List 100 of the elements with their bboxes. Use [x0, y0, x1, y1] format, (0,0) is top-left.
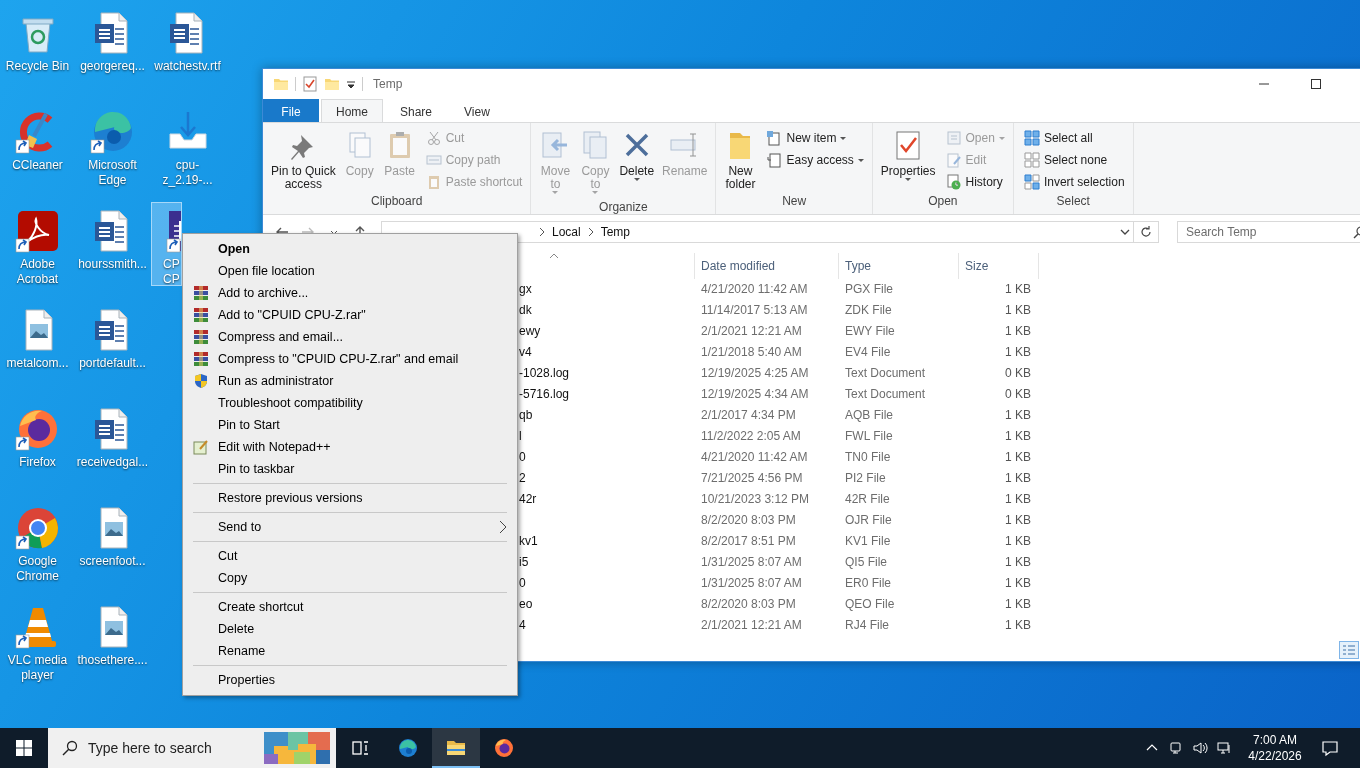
table-cell-text: TN0 File: [844, 449, 892, 466]
table-cell-text: 1 KB: [1004, 575, 1032, 592]
ribbon-button[interactable]: Properties: [877, 127, 939, 194]
table-cell-text: 2/1/2021 12:21 AM: [700, 617, 803, 634]
menu-item[interactable]: Pin to taskbar: [183, 458, 517, 480]
volume-icon[interactable]: [1192, 740, 1208, 756]
table-cell-text: 10/21/2023 3:12 PM: [700, 491, 811, 508]
group-label: Open: [927, 194, 959, 210]
windows-logo-icon: [16, 740, 32, 756]
easy-access-icon: [766, 152, 783, 168]
clock-time[interactable]: 7:00 AM: [1244, 732, 1306, 748]
table-cell-text: ER0 File: [844, 575, 892, 592]
column-header[interactable]: Date modified: [695, 253, 839, 279]
clock-date[interactable]: 4/22/2026: [1244, 748, 1306, 764]
menu-item[interactable]: Send to: [183, 516, 517, 538]
menu-item[interactable]: Delete: [183, 618, 517, 640]
network-icon[interactable]: [1216, 740, 1232, 756]
caret-icon: [840, 136, 847, 140]
caret-icon: [552, 191, 559, 194]
ribbon-button[interactable]: Easy access: [763, 149, 867, 171]
group-label: New: [781, 194, 808, 210]
ribbon-button[interactable]: History: [942, 171, 1008, 193]
task-view-icon: [350, 738, 370, 758]
select-all-icon: [1023, 130, 1040, 146]
file-name: 0: [519, 450, 526, 464]
table-cell-text: 11/2/2022 2:05 AM: [700, 428, 802, 445]
meeting-icon[interactable]: [1168, 740, 1184, 756]
menu-item[interactable]: Edit with Notepad++: [183, 436, 517, 458]
file-name: 0: [519, 576, 526, 590]
table-cell-text: 12/19/2025 4:34 AM: [700, 386, 810, 403]
menu-item[interactable]: Troubleshoot compatibility: [183, 392, 517, 414]
table-cell-text: 2/1/2017 4:34 PM: [700, 407, 797, 424]
ribbon-button[interactable]: New item: [763, 127, 867, 149]
menu-item[interactable]: Add to archive...: [183, 282, 517, 304]
table-cell-text: QEO File: [844, 596, 896, 613]
menu-item[interactable]: Create shortcut: [183, 596, 517, 618]
file-name: 4: [519, 618, 526, 632]
taskbar-button[interactable]: [432, 728, 480, 768]
menu-item[interactable]: Properties: [183, 669, 517, 691]
ribbon-tab[interactable]: Share: [385, 99, 448, 123]
table-cell-text: 42R File: [844, 491, 891, 508]
table-cell-text: KV1 File: [844, 533, 892, 550]
table-cell-text: 1 KB: [1004, 407, 1032, 424]
table-cell-text: 1 KB: [1004, 470, 1032, 487]
group-label: Organize: [598, 200, 649, 214]
notification-icon[interactable]: [1321, 739, 1339, 757]
table-cell-text: 7/21/2025 4:56 PM: [700, 470, 804, 487]
ribbon-button[interactable]: Select none: [1020, 149, 1128, 171]
chevron-icon: [586, 227, 595, 237]
properties-icon[interactable]: [302, 76, 318, 92]
ribbon-button[interactable]: Pin to Quick access: [268, 127, 339, 194]
table-cell-text: 12/19/2025 4:25 AM: [700, 365, 810, 382]
table-cell-text: AQB File: [844, 407, 894, 424]
archive-icon: [193, 285, 209, 301]
breadcrumb[interactable]: Temp: [600, 225, 631, 239]
table-cell-text: 0 KB: [1004, 365, 1032, 382]
ribbon-button[interactable]: Invert selection: [1020, 171, 1128, 193]
invert-selection-icon: [1023, 174, 1040, 190]
table-cell-text: Text Document: [844, 386, 927, 403]
table-cell-text: PI2 File: [844, 470, 887, 487]
ribbon-button[interactable]: New folder: [721, 127, 760, 194]
table-cell-text: 11/14/2017 5:13 AM: [700, 302, 809, 319]
ribbon-tab[interactable]: View: [449, 99, 505, 123]
caret-icon: [633, 178, 640, 181]
menu-item[interactable]: Rename: [183, 640, 517, 662]
open-icon: [945, 130, 962, 146]
menu-item[interactable]: Compress and email...: [183, 326, 517, 348]
table-cell-text: RJ4 File: [844, 617, 890, 634]
ribbon-button[interactable]: Delete: [616, 127, 658, 200]
menu-item[interactable]: Add to "CPUID CPU-Z.rar": [183, 304, 517, 326]
table-cell-text: PGX File: [844, 281, 894, 298]
file-name: -1028.log: [519, 366, 570, 380]
menu-item[interactable]: Restore previous versions: [183, 487, 517, 509]
column-header[interactable]: Size: [959, 253, 1039, 279]
maximize-icon: [1311, 79, 1321, 89]
ribbon-tab[interactable]: Home: [321, 99, 383, 123]
table-cell-text: 4/21/2020 11:42 AM: [700, 281, 809, 298]
ribbon-button[interactable]: Select all: [1020, 127, 1128, 149]
edit-icon: [945, 152, 962, 168]
column-header[interactable]: Type: [839, 253, 959, 279]
table-cell-text: 1 KB: [1004, 554, 1032, 571]
table-cell-text: ZDK File: [844, 302, 893, 319]
caret-icon: [857, 158, 864, 162]
table-cell-text: OJR File: [844, 512, 893, 529]
menu-item[interactable]: Run as administrator: [183, 370, 517, 392]
file-name: 42r: [519, 492, 537, 506]
breadcrumb[interactable]: Local: [552, 225, 581, 239]
menu-item[interactable]: Compress to "CPUID CPU-Z.rar" and email: [183, 348, 517, 370]
menu-item[interactable]: Copy: [183, 567, 517, 589]
refresh-button[interactable]: [1133, 221, 1159, 243]
menu-item[interactable]: Pin to Start: [183, 414, 517, 436]
table-cell-text: 1/31/2025 8:07 AM: [700, 554, 803, 571]
sort-icon[interactable]: [548, 253, 559, 259]
table-cell-text: 1 KB: [1004, 512, 1032, 529]
file-menu-tab[interactable]: File: [263, 99, 319, 123]
menu-item[interactable]: Cut: [183, 545, 517, 567]
search-field[interactable]: Search Temp: [1177, 221, 1360, 243]
file-name: gx: [519, 282, 532, 296]
menu-item[interactable]: Open file location: [183, 260, 517, 282]
table-cell-text: 1 KB: [1004, 491, 1032, 508]
